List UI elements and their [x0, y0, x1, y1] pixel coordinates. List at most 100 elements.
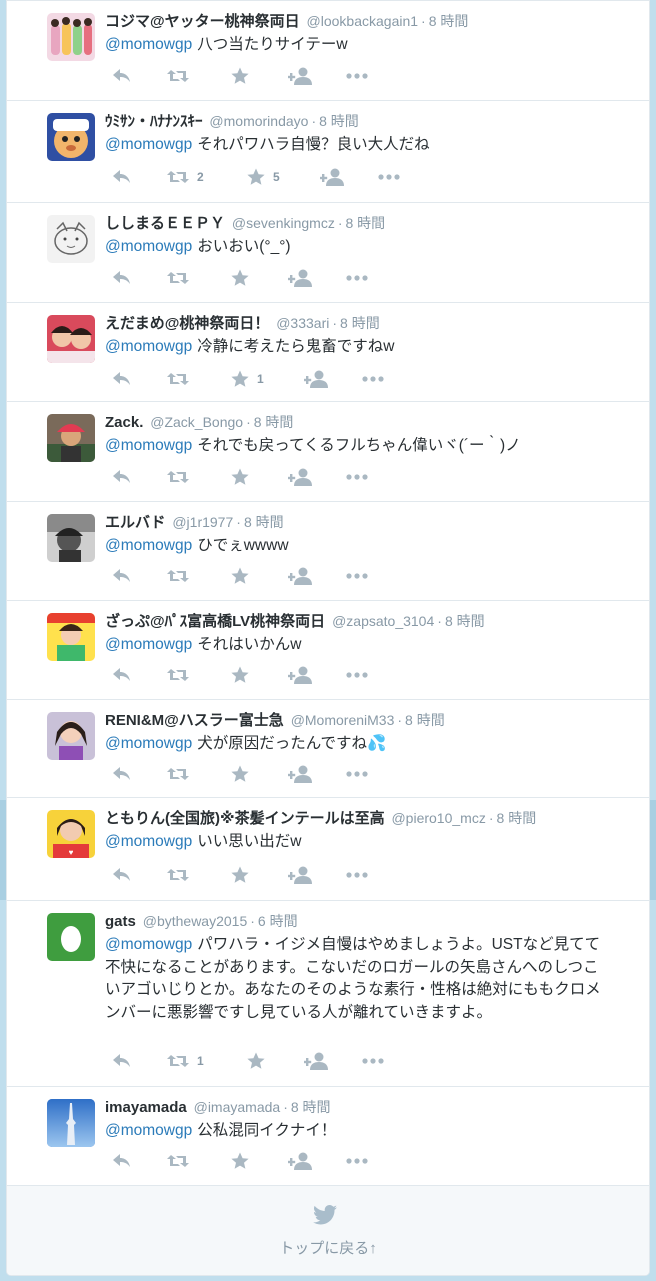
- follow-icon[interactable]: [320, 167, 344, 187]
- follow-icon[interactable]: [288, 268, 312, 288]
- mention-link[interactable]: @momowgp: [105, 936, 192, 953]
- retweet-icon[interactable]: [167, 764, 189, 784]
- user-name[interactable]: RENI&M@ハスラー富士急: [105, 712, 284, 729]
- reply-icon[interactable]: [113, 1051, 131, 1071]
- avatar[interactable]: [47, 514, 95, 562]
- more-icon[interactable]: [346, 268, 368, 288]
- more-icon[interactable]: [362, 1051, 384, 1071]
- follow-icon[interactable]: [288, 66, 312, 86]
- screen-name[interactable]: @momorindayo: [209, 113, 308, 129]
- screen-name[interactable]: @zapsato_3104: [332, 613, 434, 629]
- retweet-icon[interactable]: [167, 467, 189, 487]
- follow-icon[interactable]: [288, 467, 312, 487]
- avatar[interactable]: [47, 712, 95, 760]
- timestamp[interactable]: 8 時間: [445, 613, 485, 629]
- screen-name[interactable]: @bytheway2015: [143, 913, 248, 929]
- retweet-icon[interactable]: [167, 66, 189, 86]
- mention-link[interactable]: @momowgp: [105, 735, 192, 752]
- timestamp[interactable]: 8 時間: [319, 113, 359, 129]
- user-name[interactable]: コジマ@ヤッター桃神祭両日: [105, 13, 300, 30]
- timestamp[interactable]: 8 時間: [405, 712, 445, 728]
- avatar[interactable]: [47, 613, 95, 661]
- tweet[interactable]: imayamada @imayamada · 8 時間 @momowgp 公私混同イク…: [7, 1087, 649, 1186]
- retweet-icon[interactable]: 1: [167, 1051, 204, 1071]
- favorite-icon[interactable]: [231, 665, 249, 685]
- tweet[interactable]: エルバド @j1r1977 · 8 時間 @momowgp ひでぇwwww: [7, 502, 649, 601]
- more-icon[interactable]: [346, 566, 368, 586]
- mention-link[interactable]: @momowgp: [105, 338, 192, 355]
- mention-link[interactable]: @momowgp: [105, 537, 192, 554]
- timestamp[interactable]: 8 時間: [340, 315, 380, 331]
- user-name[interactable]: エルバド: [105, 514, 165, 531]
- follow-icon[interactable]: [304, 369, 328, 389]
- screen-name[interactable]: @MomoreniM33: [291, 712, 395, 728]
- favorite-icon[interactable]: [231, 467, 249, 487]
- retweet-icon[interactable]: [167, 268, 189, 288]
- timestamp[interactable]: 8 時間: [497, 810, 537, 826]
- tweet[interactable]: ししまるＥＥＰＹ @sevenkingmcz · 8 時間 @momowgp おいおい…: [7, 203, 649, 303]
- favorite-icon[interactable]: 1: [231, 369, 264, 389]
- retweet-icon[interactable]: [167, 369, 189, 389]
- retweet-icon[interactable]: [167, 865, 189, 885]
- tweet[interactable]: えだまめ@桃神祭両日！ @333ari · 8 時間 @momowgp 冷静に考えたら…: [7, 303, 649, 402]
- mention-link[interactable]: @momowgp: [105, 437, 192, 454]
- more-icon[interactable]: [346, 1151, 368, 1171]
- avatar[interactable]: [47, 13, 95, 61]
- tweet[interactable]: ♥ ともりん(全国旅)※茶髪インテールは至高 @piero10_mcz · 8 時間…: [7, 798, 649, 901]
- tweet[interactable]: コジマ@ヤッター桃神祭両日 @lookbackagain1 · 8 時間 @momo…: [7, 1, 649, 101]
- tweet[interactable]: ｳﾐｻﾝ・ﾊﾅﾅﾝｽｷｰ @momorindayo · 8 時間 @momowgp そ…: [7, 101, 649, 203]
- user-name[interactable]: ｳﾐｻﾝ・ﾊﾅﾅﾝｽｷｰ: [105, 113, 203, 130]
- mention-link[interactable]: @momowgp: [105, 833, 192, 850]
- favorite-icon[interactable]: [231, 566, 249, 586]
- favorite-icon[interactable]: [231, 66, 249, 86]
- screen-name[interactable]: @lookbackagain1: [307, 13, 419, 29]
- follow-icon[interactable]: [288, 764, 312, 784]
- user-name[interactable]: ともりん(全国旅)※茶髪インテールは至高: [105, 810, 385, 827]
- favorite-icon[interactable]: [231, 268, 249, 288]
- screen-name[interactable]: @sevenkingmcz: [232, 215, 335, 231]
- more-icon[interactable]: [346, 764, 368, 784]
- favorite-icon[interactable]: [247, 1051, 265, 1071]
- tweet[interactable]: RENI&M@ハスラー富士急 @MomoreniM33 · 8 時間 @momowg…: [7, 700, 649, 798]
- reply-icon[interactable]: [113, 268, 131, 288]
- more-icon[interactable]: [346, 467, 368, 487]
- screen-name[interactable]: @Zack_Bongo: [150, 414, 243, 430]
- retweet-icon[interactable]: [167, 566, 189, 586]
- reply-icon[interactable]: [113, 1151, 131, 1171]
- avatar[interactable]: [47, 315, 95, 363]
- tweet[interactable]: gats @bytheway2015 · 6 時間 @momowgp パワハラ・イジメ…: [7, 901, 649, 1087]
- timestamp[interactable]: 8 時間: [291, 1099, 331, 1115]
- reply-icon[interactable]: [113, 369, 131, 389]
- avatar[interactable]: [47, 113, 95, 161]
- more-icon[interactable]: [346, 665, 368, 685]
- screen-name[interactable]: @imayamada: [194, 1099, 281, 1115]
- favorite-icon[interactable]: [231, 764, 249, 784]
- tweet[interactable]: ざっぷ@ﾊﾟｽ富高橋LV桃神祭両日 @zapsato_3104 · 8 時間 @mo…: [7, 601, 649, 700]
- mention-link[interactable]: @momowgp: [105, 136, 192, 153]
- more-icon[interactable]: [346, 865, 368, 885]
- avatar[interactable]: [47, 414, 95, 462]
- favorite-icon[interactable]: 5: [247, 167, 280, 187]
- timestamp[interactable]: 6 時間: [258, 913, 298, 929]
- user-name[interactable]: ししまるＥＥＰＹ: [105, 215, 225, 232]
- follow-icon[interactable]: [288, 566, 312, 586]
- timestamp[interactable]: 8 時間: [429, 13, 469, 29]
- reply-icon[interactable]: [113, 566, 131, 586]
- favorite-icon[interactable]: [231, 865, 249, 885]
- reply-icon[interactable]: [113, 764, 131, 784]
- follow-icon[interactable]: [288, 865, 312, 885]
- back-to-top-link[interactable]: トップに戻る↑: [7, 1237, 649, 1258]
- user-name[interactable]: Zack.: [105, 414, 143, 431]
- avatar[interactable]: [47, 1099, 95, 1147]
- user-name[interactable]: えだまめ@桃神祭両日！: [105, 315, 269, 332]
- reply-icon[interactable]: [113, 865, 131, 885]
- timestamp[interactable]: 8 時間: [244, 514, 284, 530]
- screen-name[interactable]: @333ari: [276, 315, 329, 331]
- follow-icon[interactable]: [288, 665, 312, 685]
- user-name[interactable]: gats: [105, 913, 136, 930]
- follow-icon[interactable]: [304, 1051, 328, 1071]
- avatar[interactable]: ♥: [47, 810, 95, 858]
- reply-icon[interactable]: [113, 66, 131, 86]
- retweet-icon[interactable]: [167, 665, 189, 685]
- reply-icon[interactable]: [113, 665, 131, 685]
